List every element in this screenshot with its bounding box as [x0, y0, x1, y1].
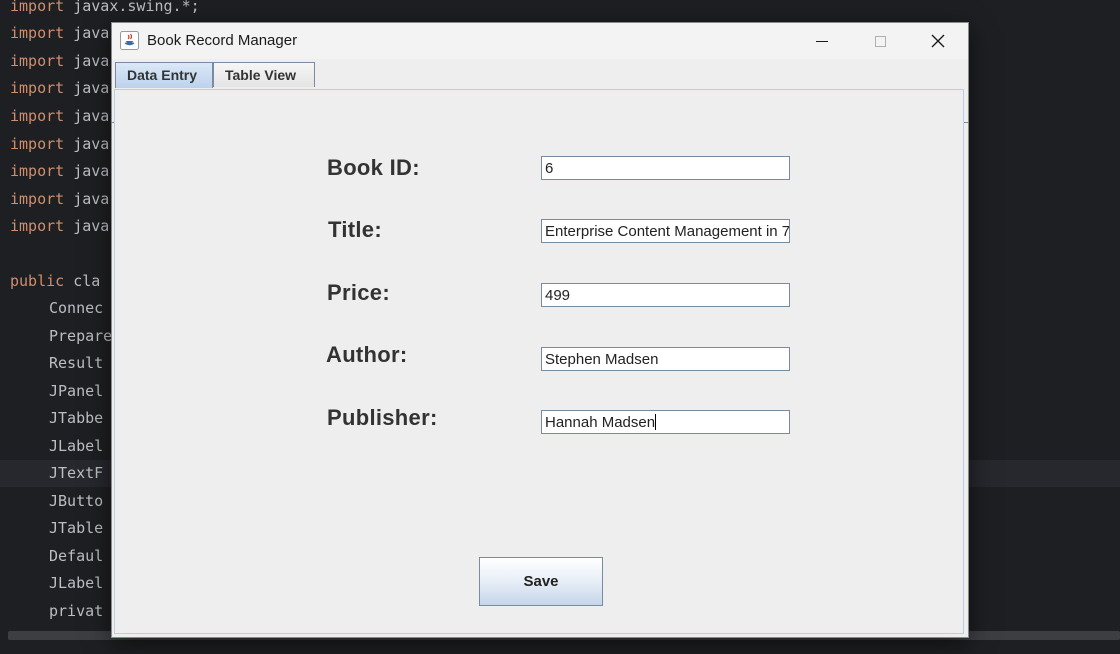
book-record-manager-window: Book Record Manager Data Entry Table Vie…: [111, 22, 969, 638]
price-input[interactable]: 499: [541, 283, 790, 307]
code-line[interactable]: import java: [10, 158, 109, 185]
code-line[interactable]: JLabel: [49, 433, 103, 460]
code-line[interactable]: Result: [49, 350, 103, 377]
code-line[interactable]: JLabel: [49, 570, 103, 597]
code-line[interactable]: import java: [10, 103, 109, 130]
code-line[interactable]: import java: [10, 48, 109, 75]
text-caret: [655, 414, 657, 430]
title-bar[interactable]: Book Record Manager: [112, 23, 968, 60]
code-line[interactable]: Prepare: [49, 323, 112, 350]
code-line[interactable]: Connec: [49, 295, 103, 322]
close-button[interactable]: [909, 23, 967, 59]
code-line[interactable]: JTable: [49, 515, 103, 542]
window-title: Book Record Manager: [147, 32, 298, 49]
title-input[interactable]: Enterprise Content Management in 7 s: [541, 219, 790, 243]
tab-data-entry[interactable]: Data Entry: [115, 62, 213, 88]
data-entry-panel: Book ID: 6 Title: Enterprise Content Man…: [114, 89, 964, 634]
maximize-button[interactable]: [851, 23, 909, 59]
code-line[interactable]: import java: [10, 75, 109, 102]
java-app-icon: [120, 31, 139, 50]
price-label: Price:: [327, 280, 390, 305]
code-line[interactable]: JTabbe: [49, 405, 103, 432]
tab-table-view[interactable]: Table View: [213, 62, 315, 87]
minimize-icon: [816, 41, 828, 42]
code-line[interactable]: JButto: [49, 488, 103, 515]
book-id-label: Book ID:: [327, 155, 420, 180]
code-line[interactable]: import java: [10, 20, 109, 47]
minimize-button[interactable]: [793, 23, 851, 59]
code-line[interactable]: JPanel: [49, 378, 103, 405]
editor-bottom-strip: [0, 640, 1120, 654]
publisher-label: Publisher:: [327, 405, 438, 430]
book-id-input[interactable]: 6: [541, 156, 790, 180]
code-line[interactable]: privat: [49, 598, 103, 625]
tab-strip: Data Entry Table View: [112, 59, 968, 123]
publisher-input[interactable]: Hannah Madsen: [541, 410, 790, 434]
code-line[interactable]: import java: [10, 186, 109, 213]
code-line[interactable]: public cla: [10, 268, 100, 295]
code-line[interactable]: import java: [10, 131, 109, 158]
code-line[interactable]: JTextF: [49, 460, 103, 487]
author-label: Author:: [326, 342, 408, 367]
code-line[interactable]: Defaul: [49, 543, 103, 570]
save-button[interactable]: Save: [479, 557, 603, 606]
maximize-icon: [875, 36, 886, 47]
title-label: Title:: [328, 217, 382, 242]
code-line[interactable]: import javax.swing.*;: [10, 0, 200, 20]
close-icon: [931, 34, 945, 48]
code-line[interactable]: import java: [10, 213, 109, 240]
author-input[interactable]: Stephen Madsen: [541, 347, 790, 371]
